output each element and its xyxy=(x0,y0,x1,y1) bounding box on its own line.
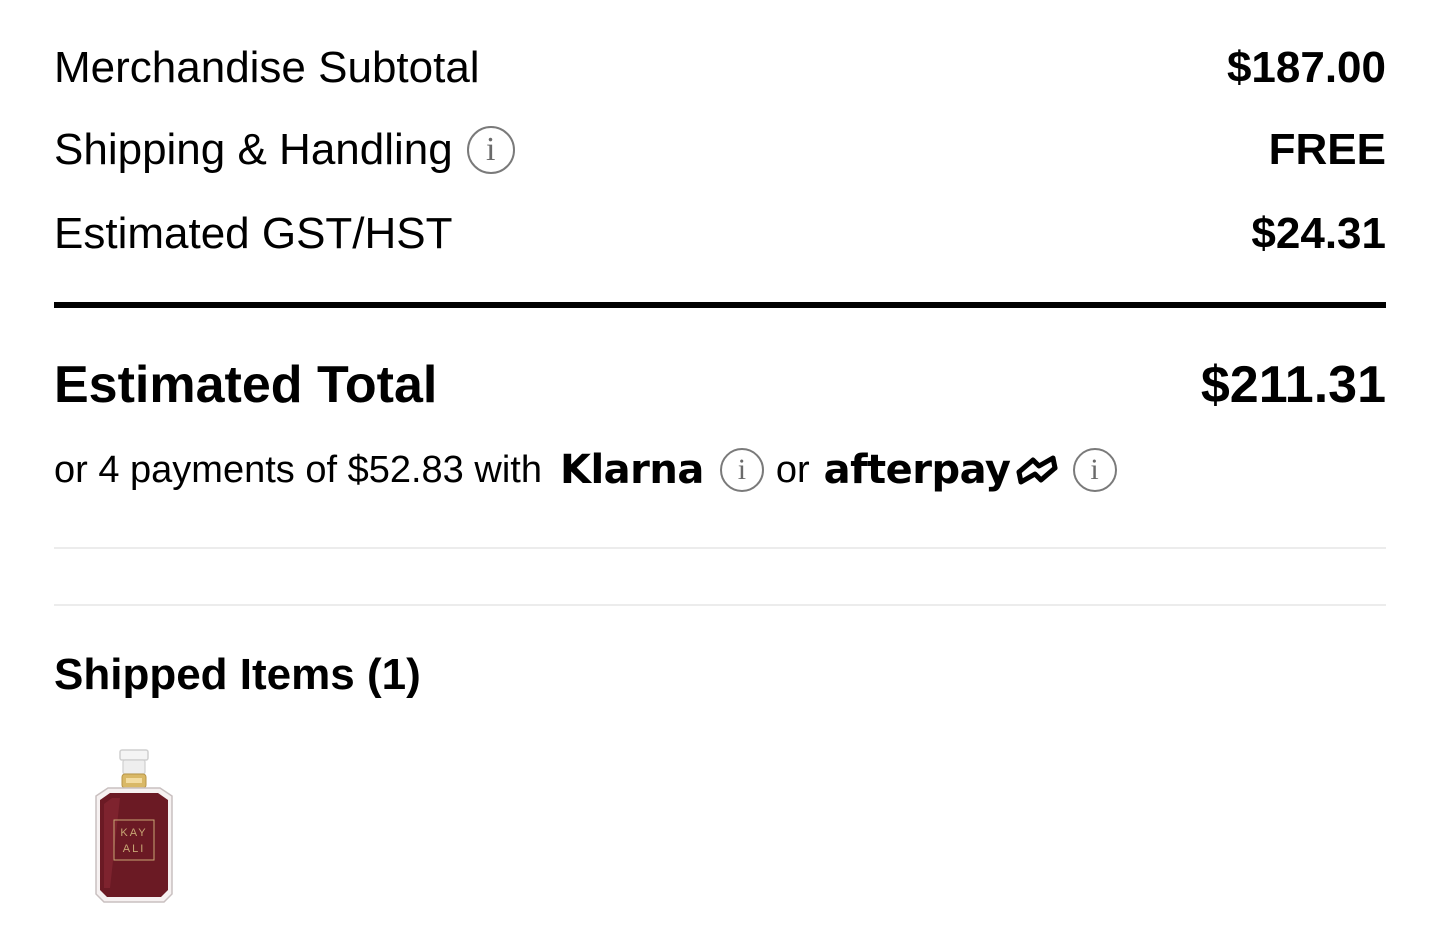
installment-text: or 4 payments of $52.83 with xyxy=(54,448,542,491)
shipping-label-group: Shipping & Handling i xyxy=(54,125,515,175)
bottle-brand-line1: KAY xyxy=(120,827,147,839)
summary-divider xyxy=(54,302,1386,308)
afterpay-logo[interactable]: afterpay xyxy=(824,447,1061,493)
info-icon[interactable]: i xyxy=(466,126,515,174)
tax-row: Estimated GST/HST $24.31 xyxy=(54,204,1386,264)
klarna-logo[interactable]: Klarna xyxy=(560,447,704,493)
afterpay-wordmark: afterpay xyxy=(823,447,1011,493)
or-text: or xyxy=(775,448,810,491)
bottle-brand-line2: ALI xyxy=(123,843,146,855)
shipped-items-title: Shipped Items (1) xyxy=(54,650,421,699)
installment-options: or 4 payments of $52.83 with Klarna i or… xyxy=(54,440,1117,500)
afterpay-info-icon[interactable]: i xyxy=(1072,448,1117,492)
shipping-row: Shipping & Handling i FREE xyxy=(54,120,1386,180)
tax-label: Estimated GST/HST xyxy=(54,209,453,258)
subtotal-value: $187.00 xyxy=(1226,43,1386,92)
perfume-bottle-image: KAY ALI xyxy=(95,749,173,903)
total-row: Estimated Total $211.31 xyxy=(54,352,1386,418)
section-divider xyxy=(54,604,1386,606)
subtotal-row: Merchandise Subtotal $187.00 xyxy=(54,38,1386,98)
total-value: $211.31 xyxy=(1200,356,1386,414)
klarna-info-icon[interactable]: i xyxy=(719,448,764,492)
section-divider xyxy=(54,547,1386,549)
subtotal-label: Merchandise Subtotal xyxy=(54,43,480,92)
total-label: Estimated Total xyxy=(54,356,438,414)
afterpay-arrows-icon xyxy=(1016,455,1057,485)
product-thumbnail[interactable]: KAY ALI xyxy=(90,748,178,908)
tax-value: $24.31 xyxy=(1251,209,1386,258)
shipping-value: FREE xyxy=(1268,125,1386,174)
shipping-label: Shipping & Handling xyxy=(54,125,453,174)
